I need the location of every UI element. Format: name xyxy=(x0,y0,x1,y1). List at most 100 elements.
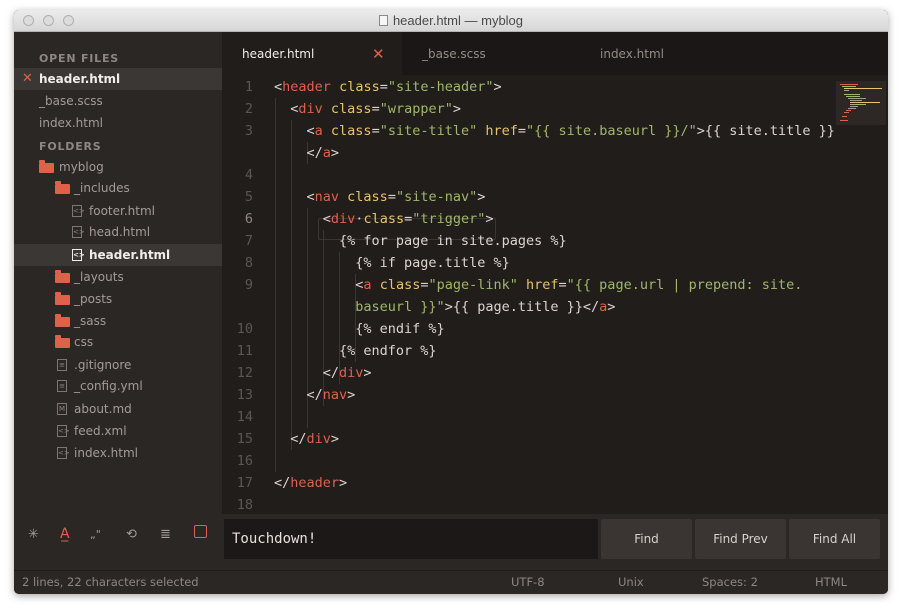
line-number: 1 xyxy=(244,79,253,95)
find-all-button[interactable]: Find All xyxy=(789,519,880,559)
tab-bar: header.html ✕ _base.scss index.html xyxy=(222,32,888,75)
folder-open-icon xyxy=(39,160,54,173)
line-number: 8 xyxy=(244,255,253,271)
indentation-status[interactable]: Spaces: 2 xyxy=(702,575,758,589)
tab-base-scss[interactable]: _base.scss xyxy=(402,32,580,75)
line-number: 10 xyxy=(236,321,253,337)
minimap-line xyxy=(844,94,860,95)
open-files-heading: OPEN FILES xyxy=(39,52,120,65)
code-editor[interactable]: 1 2 3 4 5 6 7 8 9 10 11 12 13 14 15 16 1… xyxy=(222,75,888,514)
minimap-line xyxy=(842,86,856,87)
code-line: <nav class="site-nav"> xyxy=(274,189,486,205)
minimap-line xyxy=(844,112,849,113)
minimap-line xyxy=(848,108,856,109)
open-file-index-html[interactable]: index.html xyxy=(14,112,222,134)
code-line: <header class="site-header"> xyxy=(274,79,502,95)
tree-folder-myblog[interactable]: myblog xyxy=(14,156,222,178)
asterisk-icon[interactable]: ✳ xyxy=(28,527,39,542)
code-line: </div> xyxy=(274,365,372,381)
highlight-matches-icon[interactable] xyxy=(194,525,207,538)
folder-open-icon xyxy=(55,181,70,194)
whole-word-icon[interactable]: „" xyxy=(90,528,101,541)
minimap-line xyxy=(850,106,858,107)
case-sensitive-icon[interactable]: A̲ xyxy=(60,526,70,542)
line-number: 11 xyxy=(236,343,253,359)
code-line: <a class="site-title" href="{{ site.base… xyxy=(274,123,835,139)
tree-file-about-md[interactable]: M about.md xyxy=(14,398,222,420)
code-line: </div> xyxy=(274,431,340,447)
syntax-status[interactable]: HTML xyxy=(815,575,847,589)
close-icon[interactable]: ✕ xyxy=(372,32,385,77)
code-line: <a class="page-link" href="{{ page.url |… xyxy=(274,277,803,293)
tab-index-html[interactable]: index.html xyxy=(580,32,760,75)
code-line: </header> xyxy=(274,475,348,491)
line-number: 3 xyxy=(244,123,253,139)
code-line: {% if page.title %} xyxy=(274,255,510,271)
text-file-icon: ≡ xyxy=(57,359,67,371)
minimap-line xyxy=(846,96,860,97)
tree-folder-sass[interactable]: _sass xyxy=(14,310,222,332)
open-file-base-scss[interactable]: _base.scss xyxy=(14,90,222,112)
line-number: 2 xyxy=(244,101,253,117)
code-line: {% endfor %} xyxy=(274,343,437,359)
tree-file-config-yml[interactable]: ≡ _config.yml xyxy=(14,375,222,397)
line-number: 15 xyxy=(236,431,253,447)
wrap-icon[interactable]: ⟲ xyxy=(126,527,137,542)
minimap-line xyxy=(850,100,862,101)
tree-folder-includes[interactable]: _includes xyxy=(14,177,222,199)
tree-file-head-html[interactable]: <> head.html xyxy=(14,221,222,243)
find-prev-button[interactable]: Find Prev xyxy=(695,519,786,559)
line-number: 18 xyxy=(236,497,253,513)
code-line: {% endif %} xyxy=(274,321,445,337)
xml-file-icon: <> xyxy=(57,425,70,437)
find-button[interactable]: Find xyxy=(601,519,692,559)
minimap-line xyxy=(850,104,866,105)
tab-header-html[interactable]: header.html ✕ xyxy=(222,32,402,75)
line-number: 14 xyxy=(236,409,253,425)
title-bar: header.html — myblog xyxy=(14,10,888,32)
tree-file-feed-xml[interactable]: <> feed.xml xyxy=(14,420,222,442)
editor-window: header.html — myblog OPEN FILES ✕ header… xyxy=(14,10,888,594)
line-number: 4 xyxy=(244,167,253,183)
tree-file-gitignore[interactable]: ≡ .gitignore xyxy=(14,354,222,376)
close-icon[interactable]: ✕ xyxy=(22,68,33,90)
status-bar: 2 lines, 22 characters selected UTF-8 Un… xyxy=(14,570,888,594)
html-file-icon: <> xyxy=(57,447,70,459)
line-number: 7 xyxy=(244,233,253,249)
folder-icon xyxy=(55,314,70,327)
line-number: 16 xyxy=(236,453,253,469)
code-line: </nav> xyxy=(274,387,356,403)
code-line-current: <div·class="trigger"> xyxy=(274,211,494,227)
code-line: baseurl }}">{{ page.title }}</a> xyxy=(274,299,616,315)
minimap-line xyxy=(844,90,849,91)
tree-folder-css[interactable]: css xyxy=(14,331,222,353)
tree-file-index-html[interactable]: <> index.html xyxy=(14,442,222,464)
line-number-current: 6 xyxy=(244,211,253,227)
tree-file-header-html[interactable]: <> header.html xyxy=(14,244,222,266)
code-line: {% for page in site.pages %} xyxy=(274,233,567,249)
minimap-line xyxy=(846,110,851,111)
minimap[interactable] xyxy=(836,81,886,125)
html-file-icon: <> xyxy=(72,226,85,238)
find-input[interactable]: Touchdown! xyxy=(224,519,598,559)
folder-icon xyxy=(55,335,70,348)
tree-folder-posts[interactable]: _posts xyxy=(14,288,222,310)
in-selection-icon[interactable]: ≣ xyxy=(160,527,171,542)
tree-folder-layouts[interactable]: _layouts xyxy=(14,266,222,288)
tree-file-footer-html[interactable]: <> footer.html xyxy=(14,200,222,222)
open-file-header-html[interactable]: ✕ header.html xyxy=(14,68,222,90)
html-file-icon: <> xyxy=(72,205,85,217)
minimap-line xyxy=(844,88,882,89)
encoding-status[interactable]: UTF-8 xyxy=(511,575,545,589)
code-line: <div class="wrapper"> xyxy=(274,101,461,117)
line-endings-status[interactable]: Unix xyxy=(618,575,644,589)
line-number: 9 xyxy=(244,277,253,293)
line-number: 17 xyxy=(236,475,253,491)
folder-icon xyxy=(55,270,70,283)
minimap-line xyxy=(848,98,866,99)
folders-heading: FOLDERS xyxy=(39,140,102,153)
minimap-line xyxy=(842,116,847,117)
find-panel: ✳ A̲ „" ⟲ ≣ Touchdown! Find Find Prev Fi… xyxy=(14,514,888,570)
folder-icon xyxy=(55,292,70,305)
document-icon xyxy=(378,15,388,26)
